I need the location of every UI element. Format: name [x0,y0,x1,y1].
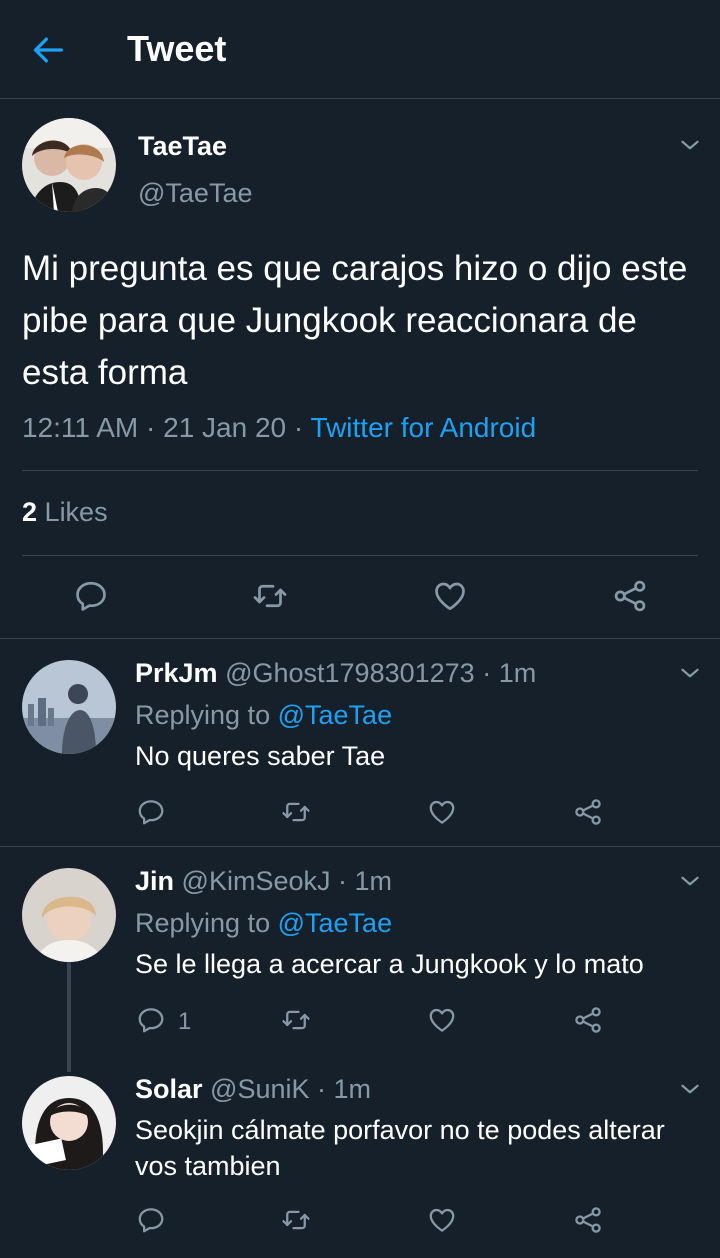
chevron-down-icon[interactable] [677,132,703,158]
reply-count: 1 [178,1008,192,1035]
avatar-photo [22,1076,116,1170]
reply-author-name[interactable]: Jin [135,866,174,896]
retweet-icon[interactable] [281,1005,311,1035]
replying-to: Replying to @TaeTae [135,908,392,939]
likes-count: 2 [22,497,38,527]
section-divider [0,638,720,639]
retweet-icon[interactable] [281,1205,311,1235]
replying-to-handle[interactable]: @TaeTae [278,700,392,730]
likes-stat[interactable]: 2 Likes [22,497,108,528]
share-icon[interactable] [573,1005,603,1035]
meta-separator: · [138,412,164,443]
likes-label: Likes [44,497,108,527]
heart-icon[interactable] [432,578,468,614]
replying-label: Replying to [135,700,271,730]
replying-to-handle[interactable]: @TaeTae [278,908,392,938]
reply-age: 1m [333,1074,372,1104]
tweet-date: 21 Jan 20 [163,412,287,443]
reply-author-handle[interactable]: @SuniK [210,1074,309,1104]
replying-label: Replying to [135,908,271,938]
chevron-down-icon[interactable] [677,1076,703,1102]
share-icon[interactable] [573,1205,603,1235]
reply-author-handle[interactable]: @KimSeokJ [182,866,331,896]
author-handle[interactable]: @TaeTae [138,178,252,209]
reply-text: Seokjin cálmate porfavor no te podes alt… [135,1115,665,1181]
avatar-photo [22,118,116,212]
reply-author-name[interactable]: PrkJm [135,658,218,688]
meta-separator: · [330,866,355,896]
reply-text: Se le llega a acercar a Jungkook y lo ma… [135,949,644,979]
retweet-icon[interactable] [281,797,311,827]
reply-divider [0,846,720,847]
share-icon[interactable] [612,578,648,614]
heart-icon[interactable] [427,1205,457,1235]
back-button[interactable] [28,30,68,70]
author-name[interactable]: TaeTae [138,131,227,162]
reply-header: Jin @KimSeokJ · 1m [135,866,392,897]
arrow-left-icon [33,37,63,63]
reply-author-handle[interactable]: @Ghost1798301273 [225,658,475,688]
reply-age: 1m [354,866,392,896]
avatar[interactable] [22,660,116,754]
meta-separator: · [474,658,499,688]
reply-age: 1m [498,658,537,688]
heart-icon[interactable] [427,1005,457,1035]
reply-text: No queres saber Tae [135,741,386,771]
replying-to: Replying to @TaeTae [135,700,392,731]
retweet-icon[interactable] [252,578,288,614]
chevron-down-icon[interactable] [677,868,703,894]
header-divider [0,98,720,99]
share-icon[interactable] [573,797,603,827]
tweet-meta: 12:11 AM · 21 Jan 20 · Twitter for Andro… [22,412,536,444]
reply-header: PrkJm @Ghost1798301273 · 1m [135,658,536,689]
speech-bubble-icon[interactable] [73,578,109,614]
page-title: Tweet [127,28,227,69]
tweet-text: Mi pregunta es que carajos hizo o dijo e… [22,249,688,392]
heart-icon[interactable] [427,797,457,827]
avatar-photo [22,868,116,962]
speech-bubble-icon[interactable] [136,797,166,827]
tweet-time: 12:11 AM [22,412,139,443]
stats-divider-top [22,470,698,471]
avatar[interactable] [22,118,116,212]
meta-separator: · [286,412,311,443]
chevron-down-icon[interactable] [677,660,703,686]
speech-bubble-icon[interactable] [136,1005,166,1035]
avatar[interactable] [22,1076,116,1170]
avatar-photo [22,660,116,754]
top-bar: Tweet [0,0,720,98]
speech-bubble-icon[interactable] [136,1205,166,1235]
meta-separator: · [309,1074,334,1104]
tweet-source[interactable]: Twitter for Android [311,412,537,443]
reply-header: Solar @SuniK · 1m [135,1074,371,1105]
stats-divider-bottom [22,555,698,556]
avatar[interactable] [22,868,116,962]
reply-author-name[interactable]: Solar [135,1074,203,1104]
thread-connector [67,962,71,1072]
